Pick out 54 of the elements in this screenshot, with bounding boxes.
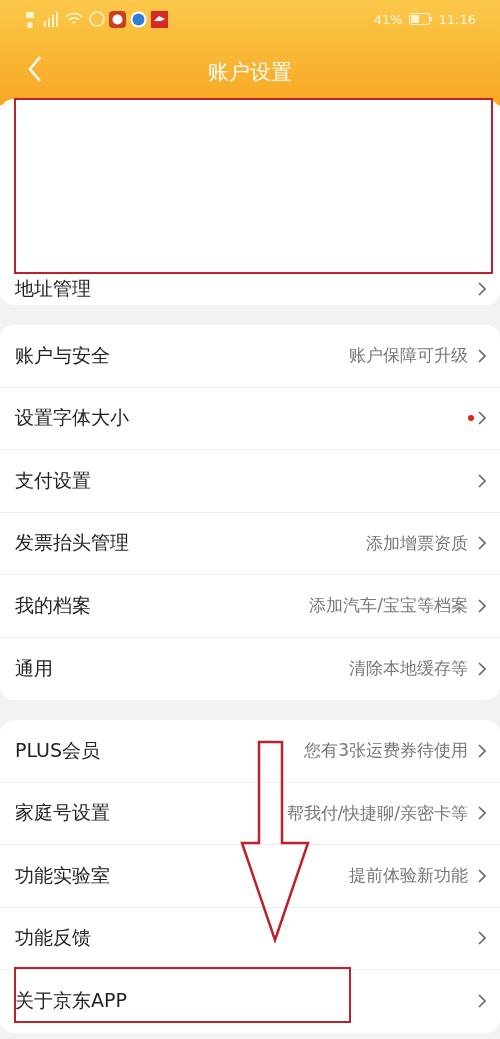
row-label: 支付设置: [15, 467, 92, 493]
chevron-icon: [478, 931, 486, 946]
chevron-icon: [478, 536, 486, 551]
row-label: 家庭号设置: [15, 800, 111, 826]
settings-row[interactable]: 功能反馈: [0, 907, 500, 970]
chevron-icon: [478, 994, 486, 1009]
row-value: 添加增票资质: [366, 531, 468, 555]
settings-row[interactable]: 功能实验室 提前体验新功能: [0, 845, 500, 908]
back-icon[interactable]: [28, 56, 42, 82]
settings-row[interactable]: 设置字体大小: [0, 387, 500, 450]
app-icon: [109, 10, 126, 28]
chevron-icon: [478, 598, 486, 613]
row-value: 添加汽车/宝宝等档案: [309, 594, 468, 618]
row-value: 账户保障可升级: [349, 344, 468, 368]
signal-icon: [26, 10, 59, 28]
settings-row[interactable]: 通用 清除本地缓存等: [0, 637, 500, 700]
settings-row[interactable]: 我的档案 添加汽车/宝宝等档案: [0, 575, 500, 638]
app-icon: [89, 11, 105, 27]
globe-icon: [130, 10, 147, 28]
row-label: 我的档案: [15, 592, 92, 618]
row-label: 地址管理: [15, 275, 92, 301]
clock-time: 11:16: [438, 11, 476, 27]
battery-percent: 41%: [373, 11, 403, 27]
chevron-icon: [478, 411, 486, 426]
chevron-icon: [478, 661, 486, 676]
settings-row[interactable]: 家庭号设置 帮我付/快捷聊/亲密卡等: [0, 782, 500, 845]
row-label: 发票抬头管理: [15, 530, 130, 556]
settings-row[interactable]: 关于京东APP: [0, 970, 500, 1033]
row-label: 功能反馈: [15, 925, 92, 951]
settings-row[interactable]: PLUS会员 您有3张运费券待使用: [0, 720, 500, 783]
row-label: 账户与安全: [15, 342, 111, 368]
app-icon: [151, 10, 168, 28]
chevron-icon: [478, 281, 486, 296]
settings-row[interactable]: 发票抬头管理 添加增票资质: [0, 512, 500, 575]
row-label: 设置字体大小: [15, 405, 130, 431]
row-label: 通用: [15, 655, 54, 681]
row-value: 清除本地缓存等: [349, 657, 468, 681]
chevron-icon: [478, 743, 486, 758]
row-value: 帮我付/快捷聊/亲密卡等: [286, 801, 468, 825]
settings-row[interactable]: 支付设置: [0, 450, 500, 513]
row-value: 您有3张运费券待使用: [304, 739, 468, 763]
row-value: 提前体验新功能: [349, 864, 468, 888]
row-label: 关于京东APP: [15, 988, 128, 1014]
chevron-icon: [478, 868, 486, 883]
row-label: PLUS会员: [15, 737, 102, 763]
chevron-icon: [478, 473, 486, 488]
wifi-icon: [65, 12, 83, 26]
chevron-icon: [478, 348, 486, 363]
chevron-icon: [478, 806, 486, 821]
battery-icon: [408, 13, 433, 25]
page-title: 账户设置: [208, 58, 292, 86]
settings-row[interactable]: 账户与安全 账户保障可升级: [0, 325, 500, 388]
settings-row[interactable]: 地址管理: [0, 276, 500, 305]
row-label: 功能实验室: [15, 862, 111, 888]
